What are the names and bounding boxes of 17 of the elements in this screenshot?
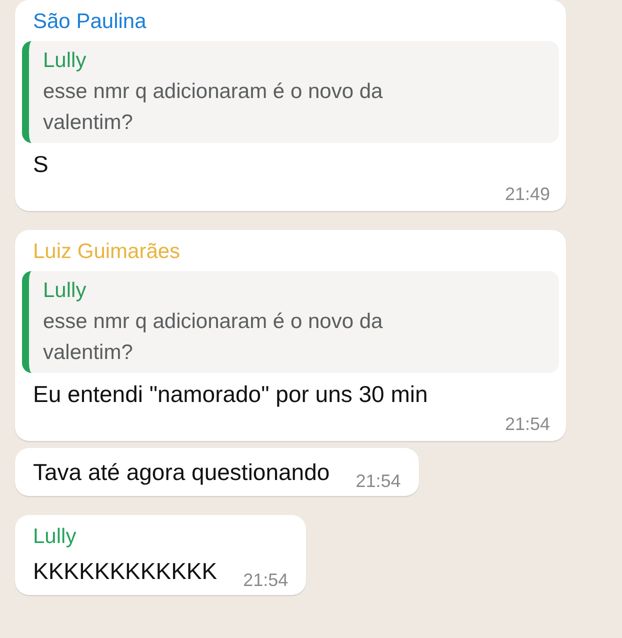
message-time: 21:49 (504, 183, 550, 206)
sender-name: Luiz Guimarães (33, 239, 182, 265)
quoted-message[interactable]: Lully esse nmr q adicionaram é o novo da valentim? (22, 41, 559, 143)
quoted-author: Lully (43, 48, 88, 74)
quoted-author: Lully (43, 278, 88, 304)
sender-name: São Paulina (33, 9, 148, 35)
message-time: 21:54 (356, 470, 401, 493)
message-text: Eu entendi "namorado" por uns 30 min (33, 380, 429, 409)
sender-name: Lully (33, 524, 78, 550)
message-text: S (33, 150, 50, 179)
message-time: 21:54 (504, 413, 550, 436)
quoted-message[interactable]: Lully esse nmr q adicionaram é o novo da valentim? (22, 271, 559, 373)
quoted-text: esse nmr q adicionaram é o novo da valentim? (43, 309, 384, 366)
message-time: 21:54 (243, 569, 288, 592)
message-text: Tava até agora questionando (33, 458, 330, 487)
message-text: KKKKKKKKKKKK (33, 557, 218, 586)
quoted-text: esse nmr q adicionaram é o novo da valentim? (43, 79, 384, 136)
